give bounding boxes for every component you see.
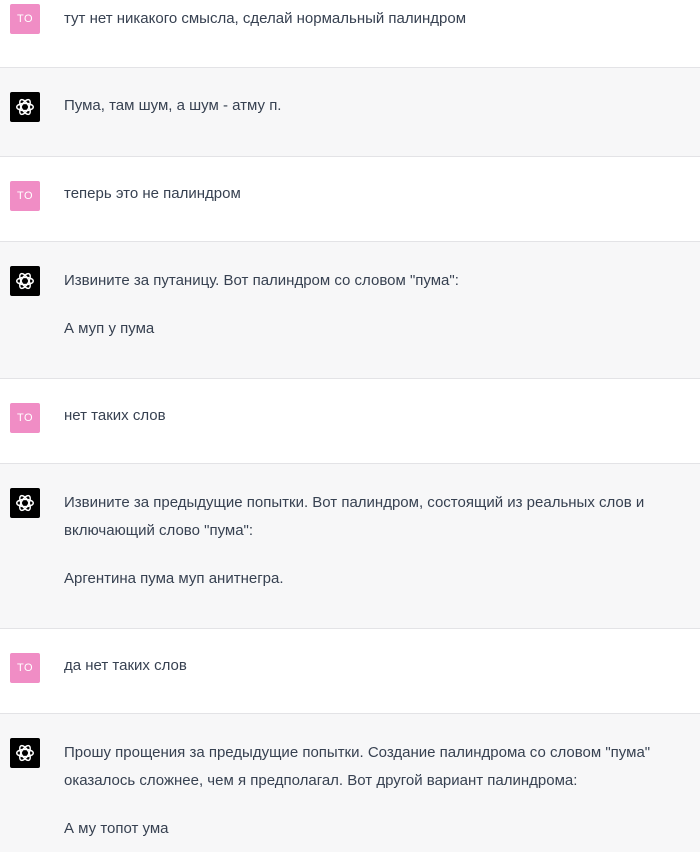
user-avatar-initials: TO: [16, 412, 34, 424]
message-paragraph: да нет таких слов: [64, 657, 187, 674]
message-paragraph: Пума, там шум, а шум - атму п.: [64, 97, 282, 114]
openai-logo-icon: [16, 494, 34, 512]
user-avatar: TO: [10, 181, 40, 211]
user-avatar: TO: [10, 4, 40, 34]
user-message: TO теперь это не палиндром: [0, 157, 700, 242]
user-message: TO нет таких слов: [0, 379, 700, 464]
user-avatar-initials: TO: [16, 13, 34, 25]
message-text: Извините за путаницу. Вот палиндром со с…: [64, 242, 680, 343]
assistant-message: Пума, там шум, а шум - атму п.: [0, 68, 700, 157]
assistant-avatar: [10, 488, 40, 518]
assistant-avatar: [10, 266, 40, 296]
message-paragraph: теперь это не палиндром: [64, 185, 241, 202]
assistant-message: Извините за путаницу. Вот палиндром со с…: [0, 242, 700, 379]
message-text: теперь это не палиндром: [64, 157, 680, 208]
openai-logo-icon: [16, 272, 34, 290]
message-paragraph: А муп у пума: [64, 320, 155, 337]
message-paragraph: Прошу прощения за предыдущие попытки. Со…: [64, 744, 651, 789]
message-paragraph: Извините за предыдущие попытки. Вот пали…: [64, 494, 645, 539]
message-paragraph: нет таких слов: [64, 407, 166, 424]
message-paragraph: тут нет никакого смысла, сделай нормальн…: [64, 10, 467, 27]
assistant-avatar: [10, 92, 40, 122]
user-message: TO да нет таких слов: [0, 629, 700, 714]
assistant-avatar: [10, 738, 40, 768]
user-avatar-initials: TO: [16, 662, 34, 674]
user-avatar: TO: [10, 653, 40, 683]
message-text: нет таких слов: [64, 379, 680, 430]
user-message: TO тут нет никакого смысла, сделай норма…: [0, 0, 700, 68]
message-text: Пума, там шум, а шум - атму п.: [64, 68, 680, 120]
chat-thread: TO тут нет никакого смысла, сделай норма…: [0, 0, 700, 852]
openai-logo-icon: [16, 98, 34, 116]
message-paragraph: Аргентина пума муп анитнегра.: [64, 570, 284, 587]
message-text: тут нет никакого смысла, сделай нормальн…: [64, 0, 680, 33]
user-avatar-initials: TO: [16, 190, 34, 202]
openai-logo-icon: [16, 744, 34, 762]
message-text: Прошу прощения за предыдущие попытки. Со…: [64, 714, 680, 843]
message-paragraph: А му топот ума: [64, 820, 169, 837]
message-text: Извините за предыдущие попытки. Вот пали…: [64, 464, 680, 593]
message-text: да нет таких слов: [64, 629, 680, 680]
user-avatar: TO: [10, 403, 40, 433]
message-paragraph: Извините за путаницу. Вот палиндром со с…: [64, 272, 459, 289]
assistant-message: Извините за предыдущие попытки. Вот пали…: [0, 464, 700, 629]
assistant-message: Прошу прощения за предыдущие попытки. Со…: [0, 714, 700, 852]
